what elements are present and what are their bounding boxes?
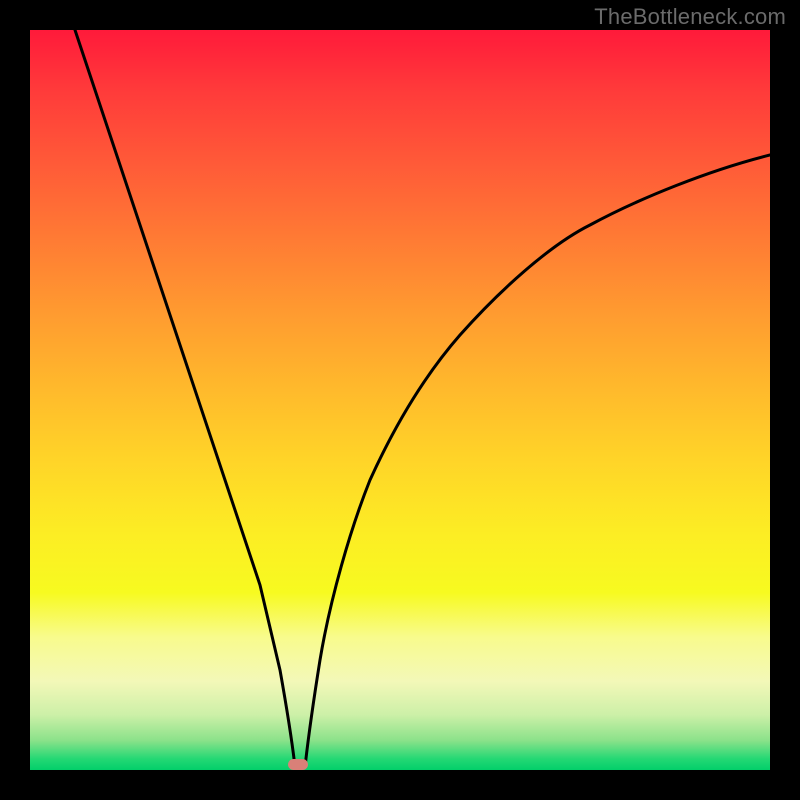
curve-path (75, 30, 770, 767)
chart-container: TheBottleneck.com (0, 0, 800, 800)
curve-svg (30, 30, 770, 770)
watermark-text: TheBottleneck.com (594, 4, 786, 30)
plot-area (30, 30, 770, 770)
vertex-marker (288, 759, 308, 770)
